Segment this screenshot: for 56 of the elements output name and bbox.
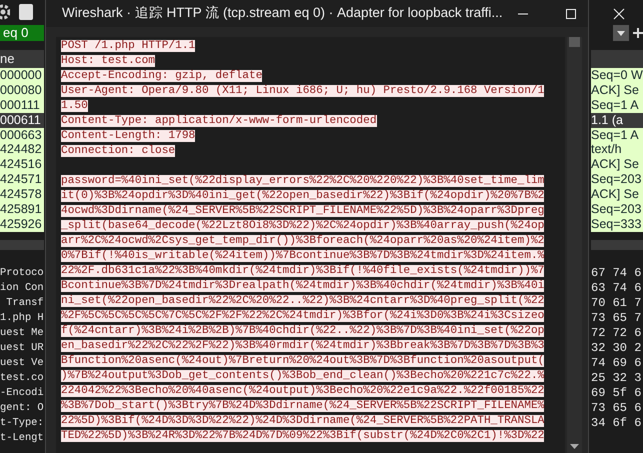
- dropdown-icon[interactable]: [613, 25, 629, 41]
- filter-field[interactable]: eq 0: [0, 25, 44, 41]
- detail-line[interactable]: -Encodi: [0, 386, 44, 401]
- hex-line: 69 5f 6: [591, 386, 642, 401]
- hex-line: 67 74 6: [591, 266, 642, 281]
- packet-row[interactable]: 425926: [0, 216, 44, 232]
- packet-row[interactable]: Seq=0 W: [591, 68, 643, 83]
- packet-row[interactable]: Seq=1 A: [591, 98, 643, 113]
- detail-line[interactable]: t-Lengt: [0, 430, 44, 446]
- gear-icon[interactable]: [0, 3, 10, 21]
- packet-row[interactable]: 424516: [0, 157, 44, 172]
- scroll-thumb[interactable]: [569, 37, 580, 47]
- packet-row[interactable]: 424578: [0, 187, 44, 202]
- packet-row[interactable]: ACK] Se: [591, 82, 643, 98]
- column-header[interactable]: ne: [0, 50, 44, 68]
- packet-row[interactable]: Seq=1 A: [591, 128, 643, 142]
- hex-line: 73 65 6: [591, 400, 642, 416]
- hex-line: 32 30 2: [591, 340, 642, 356]
- packet-row[interactable]: Seq=203: [591, 202, 643, 217]
- packet-row[interactable]: 000111: [0, 98, 44, 113]
- detail-line[interactable]: t-Type:: [0, 416, 44, 431]
- detail-line[interactable]: Transf: [0, 296, 44, 311]
- hex-line: 74 69 6: [591, 356, 642, 371]
- packet-row[interactable]: 424482: [0, 142, 44, 158]
- packet-row[interactable]: ACK] Se: [591, 157, 643, 172]
- maximize-icon: [564, 8, 577, 20]
- hex-line: 73 65 7: [591, 310, 642, 326]
- packet-row[interactable]: 1.1 (a: [591, 112, 643, 128]
- packet-row[interactable]: 425891: [0, 202, 44, 217]
- packet-row[interactable]: ACK] Se: [591, 187, 643, 202]
- hex-line: 70 61 7: [591, 296, 642, 311]
- detail-line[interactable]: test.co: [0, 370, 44, 386]
- close-icon: [612, 8, 625, 20]
- packet-row[interactable]: 000663: [0, 128, 44, 142]
- packet-row[interactable]: 000611: [0, 112, 44, 128]
- window-title: Wireshark · 追踪 HTTP 流 (tcp.stream eq 0) · Adapter for loopback traffi...: [62, 4, 503, 22]
- hex-line: 25 32 3: [591, 370, 642, 386]
- hex-line: 63 74 6: [591, 280, 642, 296]
- packet-row[interactable]: Seq=203: [591, 172, 643, 188]
- detail-line[interactable]: Protoco: [0, 266, 44, 281]
- add-icon[interactable]: [633, 28, 643, 38]
- detail-line[interactable]: uest UR: [0, 340, 44, 356]
- packet-row[interactable]: Seq=333: [591, 216, 643, 232]
- packet-row[interactable]: 000080: [0, 82, 44, 98]
- packet-row[interactable]: 424571: [0, 172, 44, 188]
- detail-line[interactable]: ion Con: [0, 280, 44, 296]
- hex-line: 72 72 6: [591, 326, 642, 341]
- packet-row[interactable]: 000000: [0, 68, 44, 83]
- square-icon[interactable]: [18, 3, 34, 21]
- detail-line[interactable]: uest Me: [0, 326, 44, 341]
- packet-row[interactable]: text/h: [591, 142, 643, 158]
- scrollbar[interactable]: [567, 37, 582, 453]
- detail-line[interactable]: gent: O: [0, 400, 44, 416]
- hex-line: 34 6f 6: [591, 416, 642, 431]
- detail-line[interactable]: uest Ve: [0, 356, 44, 371]
- detail-line[interactable]: 1.php H: [0, 310, 44, 326]
